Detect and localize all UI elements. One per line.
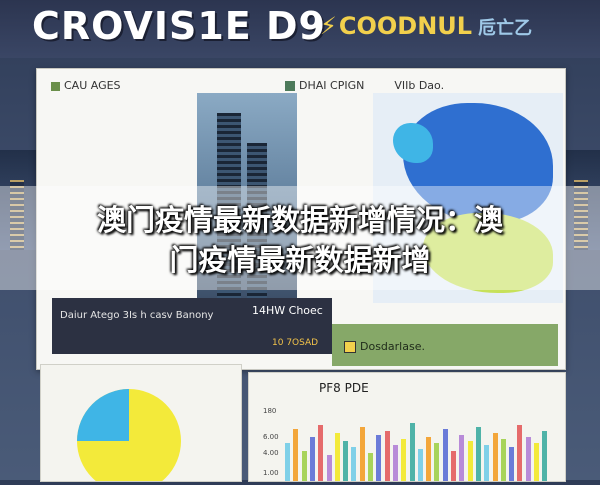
map-subheader-text: VIIb Dao. — [394, 79, 445, 92]
bar — [409, 423, 415, 481]
bar — [417, 449, 423, 481]
bar — [351, 447, 357, 481]
green-panel-label: Dosdarlase. — [344, 340, 425, 353]
bar — [459, 435, 465, 481]
bar — [359, 427, 365, 481]
bar — [426, 437, 432, 481]
pie-slice-cyan — [77, 389, 129, 441]
note-icon — [344, 341, 356, 353]
bar-chart-card: PF8 PDE 180 6.00 4.00 1.00 — [248, 372, 566, 482]
bar — [542, 431, 548, 481]
map-logo-icon — [285, 81, 295, 91]
bolt-icon: ⚡ — [320, 12, 337, 40]
header-accent-tail: 卮亡乙 — [478, 18, 533, 39]
bar — [500, 439, 506, 481]
bar — [517, 425, 523, 481]
y-tick-label: 4.00 — [263, 449, 279, 457]
dark-panel-small-text: 10 7OSAD — [272, 338, 319, 348]
bar — [309, 437, 315, 481]
pie-chart-card — [40, 364, 242, 485]
bar — [326, 455, 332, 481]
bar — [442, 429, 448, 481]
headline-banner: 澳门疫情最新数据新增情况：澳 门疫情最新数据新增 — [0, 186, 600, 290]
bar — [451, 451, 456, 481]
bar — [301, 451, 307, 481]
board-top-label: CAU AGES — [51, 79, 121, 92]
dark-panel-right-text: 14HW Choec — [252, 304, 323, 317]
green-panel-label-text: Dosdarlase. — [360, 340, 425, 353]
bar — [392, 445, 398, 481]
header-title-suffix: E D9 — [224, 4, 326, 48]
map-region-cyan — [393, 123, 433, 163]
bar — [285, 443, 290, 481]
header-title: CROVIS1E D9 — [32, 4, 326, 48]
y-tick-label: 180 — [263, 407, 277, 415]
bar-group — [285, 421, 555, 481]
header-accent: ⚡COODNUL 卮亡乙 — [320, 12, 532, 40]
bar — [467, 441, 473, 481]
bar — [318, 425, 324, 481]
bar — [484, 445, 490, 481]
board-top-label-text: CAU AGES — [64, 79, 121, 92]
dark-panel-left-text: Daiur Atego 3Is h casv Banony — [60, 310, 214, 321]
map-header-text: DHAI CPIGN — [299, 79, 365, 92]
bar — [525, 437, 531, 481]
bar — [334, 433, 340, 481]
y-tick-label: 6.00 — [263, 433, 279, 441]
y-tick-label: 1.00 — [263, 469, 279, 477]
bar — [509, 447, 515, 481]
bar-chart-title: PF8 PDE — [319, 381, 369, 395]
header-accent-text: COODNUL — [338, 12, 473, 40]
bar — [434, 443, 440, 481]
header-banner: CROVIS1E D9 ⚡COODNUL 卮亡乙 — [0, 0, 600, 58]
bar — [343, 441, 349, 481]
bar — [368, 453, 373, 481]
bar — [475, 427, 481, 481]
square-icon — [51, 81, 60, 91]
map-header: DHAI CPIGN VIIb Dao. — [285, 79, 444, 92]
stats-dark-panel: Daiur Atego 3Is h casv Banony 14HW Choec… — [52, 298, 332, 354]
header-title-main: CROVIS1 — [32, 4, 225, 48]
bar — [492, 433, 498, 481]
bar — [401, 439, 407, 481]
stats-green-panel: Dosdarlase. — [332, 324, 558, 366]
bar — [534, 443, 539, 481]
bar — [293, 429, 299, 481]
bar — [376, 435, 382, 481]
pie-chart — [77, 389, 181, 485]
bar — [384, 431, 390, 481]
headline-text: 澳门疫情最新数据新增情况：澳 门疫情最新数据新增 — [96, 203, 503, 277]
